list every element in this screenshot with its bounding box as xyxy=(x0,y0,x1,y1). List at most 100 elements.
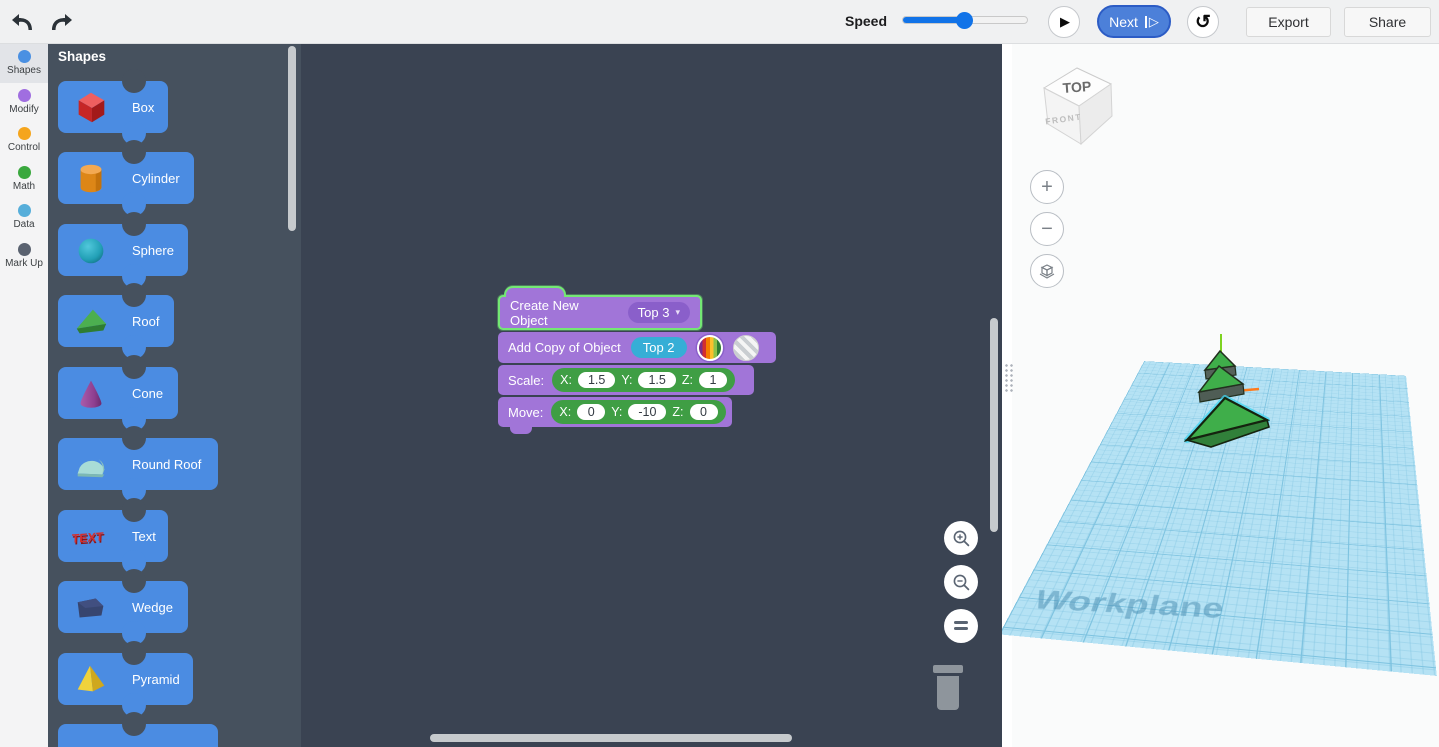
canvas-zoom-in-button[interactable] xyxy=(944,521,978,555)
palette-block-cylinder[interactable]: Cylinder xyxy=(58,140,194,216)
xyz-inputs: X: 1.5 Y: 1.5 Z: 1 xyxy=(552,368,735,392)
move-y-input[interactable]: -10 xyxy=(628,404,667,420)
speed-label: Speed xyxy=(845,13,888,29)
shapes-palette-panel: Shapes Box Cylinder Sphere Roof Cone Rou… xyxy=(48,44,301,747)
view-cube[interactable]: TOP FRONT xyxy=(1038,58,1118,153)
xyz-inputs: X: 0 Y: -10 Z: 0 xyxy=(551,400,726,424)
control-category-dot-icon xyxy=(17,127,31,141)
palette-block-text[interactable]: TEXT TEXT Text xyxy=(58,498,168,574)
code-block-scale[interactable]: Scale: X: 1.5 Y: 1.5 Z: 1 xyxy=(498,365,754,395)
palette-block-sphere[interactable]: Sphere xyxy=(58,212,188,288)
dropdown-value: Top 3 xyxy=(637,305,670,320)
canvas-vertical-scrollbar[interactable] xyxy=(990,318,998,532)
palette-block-label: Box xyxy=(132,99,155,115)
sidebar-item-modify[interactable]: Modify xyxy=(0,83,48,122)
palette-block-label: Sphere xyxy=(132,242,174,258)
share-button[interactable]: Share xyxy=(1344,7,1431,37)
sidebar-item-data[interactable]: Data xyxy=(0,198,48,237)
modify-category-dot-icon xyxy=(17,88,31,102)
sidebar-item-label: Mark Up xyxy=(5,257,43,269)
code-block-add-copy-of-object[interactable]: Add Copy of Object Top 2 xyxy=(498,332,776,363)
equals-icon xyxy=(954,621,968,630)
object-name-dropdown[interactable]: Top 3 ▾ xyxy=(627,302,690,323)
sidebar-item-shapes[interactable]: Shapes xyxy=(0,44,48,83)
workplane-label: Workplane xyxy=(1028,585,1226,625)
plus-icon: + xyxy=(1041,176,1053,198)
panel-title: Shapes xyxy=(58,49,107,64)
viewport-zoom-out-button[interactable]: − xyxy=(1030,212,1064,246)
trash-dropzone[interactable] xyxy=(928,658,968,723)
code-block-label: Scale: xyxy=(508,372,545,388)
panel-resize-handle[interactable] xyxy=(1004,363,1014,393)
palette-scrollbar[interactable] xyxy=(288,46,296,231)
material-picker-icon[interactable] xyxy=(732,334,759,361)
palette-block-label: Cylinder xyxy=(132,170,180,186)
canvas-center-view-button[interactable] xyxy=(944,609,978,643)
palette-block-label: Text xyxy=(132,528,156,544)
palette-block-cone[interactable]: Cone xyxy=(58,355,178,431)
scale-x-input[interactable]: 1.5 xyxy=(577,372,616,388)
speed-slider[interactable] xyxy=(902,12,1028,29)
export-button-label: Export xyxy=(1268,14,1309,30)
code-block-create-new-object[interactable]: Create New Object Top 3 ▾ xyxy=(498,286,702,330)
move-x-input[interactable]: 0 xyxy=(577,404,606,420)
color-picker-icon[interactable] xyxy=(696,334,723,361)
3d-viewport[interactable]: Workplane TOP FRONT + − xyxy=(1002,44,1439,747)
view-cube-top-label: TOP xyxy=(1062,78,1092,96)
speed-slider-thumb[interactable] xyxy=(956,12,973,29)
next-step-button[interactable]: Next ▷ xyxy=(1097,5,1171,38)
object-reference-pill[interactable]: Top 2 xyxy=(630,337,687,358)
cone-icon xyxy=(80,380,102,408)
sidebar-item-control[interactable]: Control xyxy=(0,121,48,160)
sphere-icon xyxy=(78,238,104,264)
round-roof-icon xyxy=(77,459,105,478)
next-button-label: Next xyxy=(1109,13,1138,30)
code-block-label: Add Copy of Object xyxy=(508,340,621,355)
sidebar-item-label: Control xyxy=(7,142,41,154)
viewport-home-view-button[interactable] xyxy=(1030,254,1064,288)
restart-button[interactable]: ↺ xyxy=(1187,6,1219,38)
scale-y-input[interactable]: 1.5 xyxy=(638,372,676,388)
scale-z-input[interactable]: 1 xyxy=(698,372,727,388)
palette-block-round-roof[interactable]: Round Roof xyxy=(58,426,218,502)
sidebar-item-label: Data xyxy=(13,219,35,231)
step-forward-icon: ▷ xyxy=(1144,15,1159,28)
code-block-move[interactable]: Move: X: 0 Y: -10 Z: 0 xyxy=(498,397,732,434)
share-button-label: Share xyxy=(1368,14,1407,30)
box-icon xyxy=(78,92,105,123)
play-button[interactable]: ▶ xyxy=(1048,6,1080,38)
cylinder-icon xyxy=(80,164,102,193)
palette-block-label: Round Roof xyxy=(132,456,202,472)
sidebar-item-markup[interactable]: Mark Up xyxy=(0,237,48,276)
category-sidebar: Shapes Modify Control Math Data Mark Up xyxy=(0,44,48,747)
restart-icon: ↺ xyxy=(1195,11,1211,33)
palette-block-pyramid[interactable]: Pyramid xyxy=(58,641,193,717)
tree-model[interactable] xyxy=(1183,330,1283,460)
redo-icon xyxy=(52,14,72,30)
canvas-zoom-out-button[interactable] xyxy=(944,565,978,599)
play-icon: ▶ xyxy=(1060,14,1070,29)
text-icon: TEXT TEXT xyxy=(72,530,105,548)
palette-block-box[interactable]: Box xyxy=(58,69,168,145)
zoom-in-icon xyxy=(953,530,969,546)
undo-button[interactable] xyxy=(8,8,36,36)
palette-block-partial[interactable] xyxy=(58,712,218,747)
redo-button[interactable] xyxy=(48,8,76,36)
palette-block-label: Pyramid xyxy=(132,671,180,687)
palette-block-roof[interactable]: Roof xyxy=(58,283,174,359)
data-category-dot-icon xyxy=(17,204,31,218)
export-button[interactable]: Export xyxy=(1246,7,1331,37)
top-toolbar: Speed ▶ Next ▷ ↺ Export Share xyxy=(0,0,1439,44)
canvas-horizontal-scrollbar[interactable] xyxy=(430,734,792,742)
sidebar-item-math[interactable]: Math xyxy=(0,160,48,199)
viewport-divider xyxy=(1002,44,1012,747)
palette-block-label: Wedge xyxy=(132,599,173,615)
math-category-dot-icon xyxy=(17,165,31,179)
svg-text:TEXT: TEXT xyxy=(72,530,104,546)
move-z-input[interactable]: 0 xyxy=(689,404,718,420)
palette-block-wedge[interactable]: Wedge xyxy=(58,569,188,645)
tinkercad-codeblocks-app: Speed ▶ Next ▷ ↺ Export Share Shapes Mod… xyxy=(0,0,1439,747)
palette-block-label: Roof xyxy=(132,313,160,329)
code-canvas[interactable]: Create New Object Top 3 ▾ Add Copy of Ob… xyxy=(301,44,1002,747)
viewport-zoom-in-button[interactable]: + xyxy=(1030,170,1064,204)
